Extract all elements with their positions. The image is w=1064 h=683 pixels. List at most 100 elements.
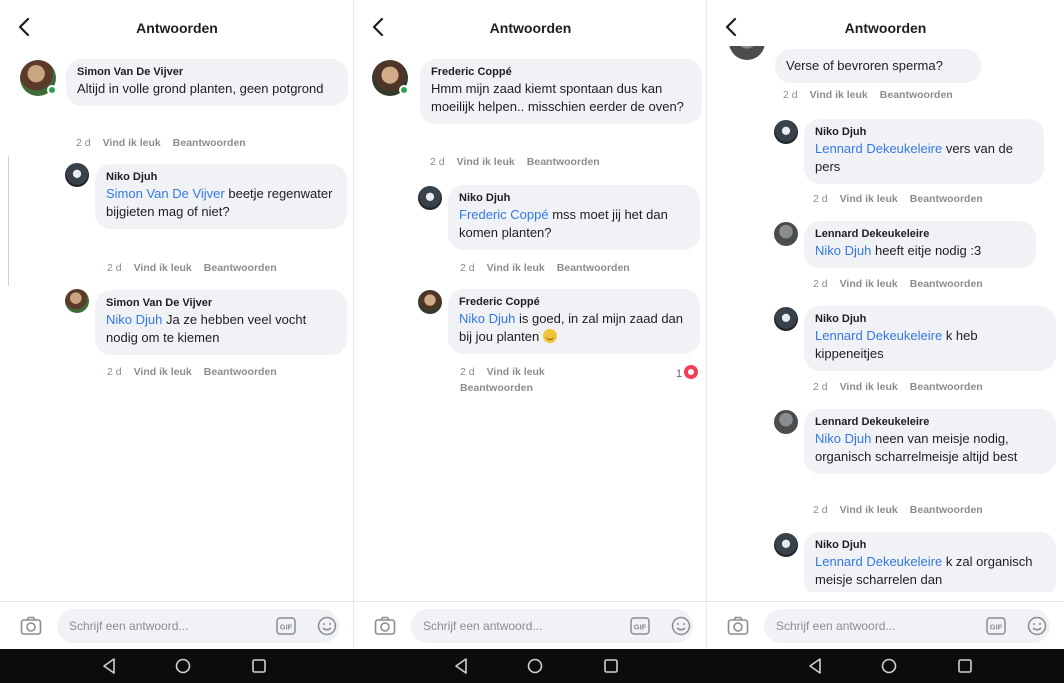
mention-link[interactable]: Simon Van De Vijver <box>106 186 225 201</box>
mention-link[interactable]: Niko Djuh <box>815 243 871 258</box>
comment-bubble[interactable]: Niko Djuh Lennard Dekeukeleire k zal org… <box>804 532 1056 592</box>
like-link[interactable]: Vind ik leuk <box>134 262 192 274</box>
avatar[interactable] <box>774 533 798 557</box>
comment-actions: 2 d Vind ik leuk Beantwoorden <box>430 156 612 168</box>
like-link[interactable]: Vind ik leuk <box>840 381 898 393</box>
comment-bubble[interactable]: Niko Djuh Frederic Coppé mss moet jij he… <box>448 185 700 250</box>
like-link[interactable]: Vind ik leuk <box>457 156 515 168</box>
comment-bubble[interactable]: Lennard Dekeukeleire Niko Djuh neen van … <box>804 409 1056 474</box>
like-link[interactable]: Vind ik leuk <box>103 137 161 149</box>
nav-home-icon[interactable] <box>526 657 544 675</box>
comment-author[interactable]: Simon Van De Vijver <box>106 297 336 309</box>
nav-recents-icon[interactable] <box>956 657 974 675</box>
mention-link[interactable]: Lennard Dekeukeleire <box>815 554 942 569</box>
avatar[interactable] <box>774 222 798 246</box>
reply-link[interactable]: Beantwoorden <box>880 89 953 101</box>
nav-recents-icon[interactable] <box>250 657 268 675</box>
reaction-count[interactable]: 1 <box>676 365 699 380</box>
avatar[interactable] <box>418 186 442 210</box>
mention-link[interactable]: Niko Djuh <box>459 311 515 326</box>
comment-bubble[interactable]: Frederic Coppé Hmm mijn zaad kiemt spont… <box>420 59 702 124</box>
gif-icon[interactable]: GIF <box>276 617 296 635</box>
comment-list: Frederic Coppé Hmm mijn zaad kiemt spont… <box>354 46 707 592</box>
avatar[interactable] <box>729 46 765 60</box>
comment-author[interactable]: Frederic Coppé <box>459 296 689 308</box>
svg-text:GIF: GIF <box>634 623 647 632</box>
reply-input[interactable] <box>764 609 1050 643</box>
comment-author[interactable]: Niko Djuh <box>106 171 336 183</box>
comment-bubble[interactable]: Niko Djuh Lennard Dekeukeleire k heb kip… <box>804 306 1056 371</box>
comment-author[interactable]: Lennard Dekeukeleire <box>815 228 1025 240</box>
nav-home-icon[interactable] <box>880 657 898 675</box>
reply-link[interactable]: Beantwoorden <box>204 366 277 378</box>
gif-icon[interactable]: GIF <box>986 617 1006 635</box>
comment-bubble[interactable]: Niko Djuh Lennard Dekeukeleire vers van … <box>804 119 1044 184</box>
reply-link[interactable]: Beantwoorden <box>527 156 600 168</box>
comment-actions: 2 d Vind ik leuk Beantwoorden <box>76 137 258 149</box>
comment-author[interactable]: Lennard Dekeukeleire <box>815 416 1045 428</box>
comment-bubble[interactable]: Niko Djuh Simon Van De Vijver beetje reg… <box>95 164 347 229</box>
emoji-icon[interactable] <box>671 616 691 636</box>
mention-link[interactable]: Niko Djuh <box>106 312 162 327</box>
avatar[interactable] <box>65 289 89 313</box>
reply-link[interactable]: Beantwoorden <box>460 382 533 394</box>
replies-panel-1: Antwoorden Simon Van De Vijver Altijd in… <box>0 0 354 683</box>
comment-text: Frederic Coppé mss moet jij het dan kome… <box>459 206 689 242</box>
emoji-icon[interactable] <box>317 616 337 636</box>
nav-recents-icon[interactable] <box>602 657 620 675</box>
comment-bubble[interactable]: Simon Van De Vijver Altijd in volle gron… <box>66 59 348 106</box>
avatar[interactable] <box>774 120 798 144</box>
like-link[interactable]: Vind ik leuk <box>840 193 898 205</box>
reply-input[interactable] <box>411 609 693 643</box>
emoji-icon[interactable] <box>1027 616 1047 636</box>
nav-home-icon[interactable] <box>174 657 192 675</box>
like-link[interactable]: Vind ik leuk <box>487 366 545 378</box>
comment-author[interactable]: Niko Djuh <box>815 313 1045 325</box>
comment-time: 2 d <box>460 262 475 274</box>
smile-emoji-icon <box>542 329 557 343</box>
svg-text:GIF: GIF <box>280 623 293 632</box>
reply-link[interactable]: Beantwoorden <box>910 278 983 290</box>
mention-link[interactable]: Lennard Dekeukeleire <box>815 328 942 343</box>
like-link[interactable]: Vind ik leuk <box>840 278 898 290</box>
avatar[interactable] <box>774 410 798 434</box>
comment-author[interactable]: Niko Djuh <box>459 192 689 204</box>
reply-link[interactable]: Beantwoorden <box>910 381 983 393</box>
thread-line <box>8 156 9 286</box>
reply-link[interactable]: Beantwoorden <box>204 262 277 274</box>
camera-icon[interactable] <box>727 616 749 636</box>
comment-author[interactable]: Simon Van De Vijver <box>77 66 337 78</box>
comment-bubble[interactable]: Frederic Coppé Niko Djuh is goed, in zal… <box>448 289 700 354</box>
avatar[interactable] <box>418 290 442 314</box>
comment-bubble[interactable]: Verse of bevroren sperma? <box>775 49 981 83</box>
comment-text: Hmm mijn zaad kiemt spontaan dus kan moe… <box>431 81 684 114</box>
comment-author[interactable]: Niko Djuh <box>815 539 1045 551</box>
comment-actions: 2 d Vind ik leuk Beantwoorden <box>460 262 642 274</box>
avatar[interactable] <box>65 163 89 187</box>
nav-back-icon[interactable] <box>452 657 470 675</box>
reply-link[interactable]: Beantwoorden <box>910 193 983 205</box>
nav-back-icon[interactable] <box>100 657 118 675</box>
like-link[interactable]: Vind ik leuk <box>487 262 545 274</box>
reply-input[interactable] <box>57 609 339 643</box>
gif-icon[interactable]: GIF <box>630 617 650 635</box>
comment-bubble[interactable]: Lennard Dekeukeleire Niko Djuh heeft eit… <box>804 221 1036 268</box>
comment-text: Lennard Dekeukeleire vers van de pers <box>815 140 1033 176</box>
avatar[interactable] <box>774 307 798 331</box>
reply-link[interactable]: Beantwoorden <box>557 262 630 274</box>
reply-link[interactable]: Beantwoorden <box>910 504 983 516</box>
mention-link[interactable]: Lennard Dekeukeleire <box>815 141 942 156</box>
reply-link[interactable]: Beantwoorden <box>173 137 246 149</box>
like-link[interactable]: Vind ik leuk <box>840 504 898 516</box>
nav-back-icon[interactable] <box>806 657 824 675</box>
mention-link[interactable]: Frederic Coppé <box>459 207 549 222</box>
comment-author[interactable]: Niko Djuh <box>815 126 1033 138</box>
mention-link[interactable]: Niko Djuh <box>815 431 871 446</box>
comment-bubble[interactable]: Simon Van De Vijver Niko Djuh Ja ze hebb… <box>95 290 347 355</box>
like-link[interactable]: Vind ik leuk <box>810 89 868 101</box>
comment-author[interactable]: Frederic Coppé <box>431 66 691 78</box>
page-title: Antwoorden <box>489 20 572 36</box>
camera-icon[interactable] <box>20 616 42 636</box>
camera-icon[interactable] <box>374 616 396 636</box>
like-link[interactable]: Vind ik leuk <box>134 366 192 378</box>
